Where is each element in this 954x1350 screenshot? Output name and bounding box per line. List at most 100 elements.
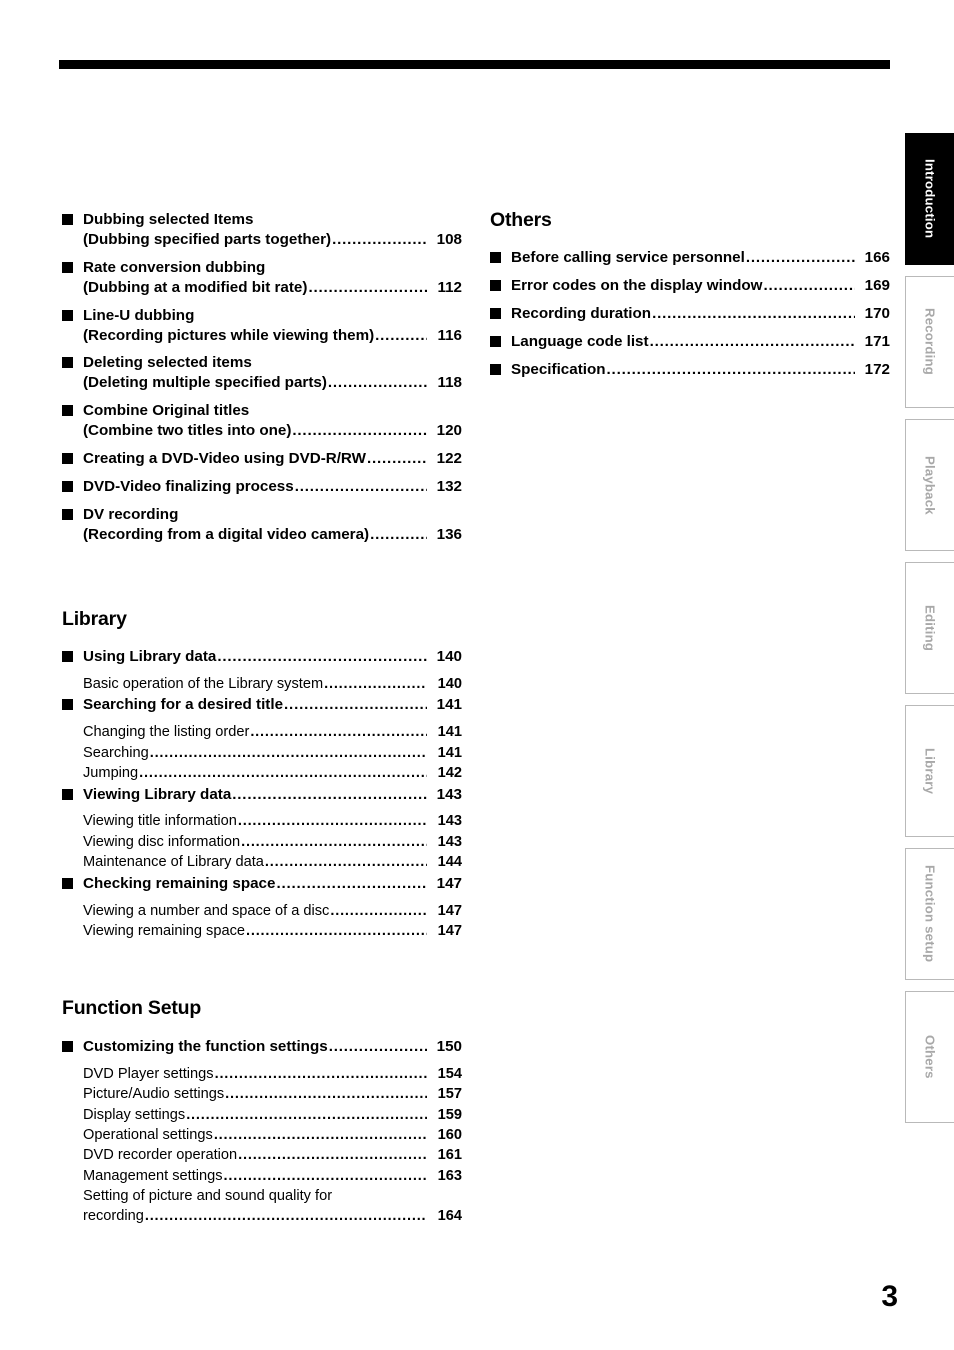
side-tab-others[interactable]: Others	[905, 991, 954, 1123]
dot-leader	[308, 278, 427, 298]
bullet-square-icon	[62, 357, 73, 369]
toc-entry-title: Rate conversion dubbing	[83, 258, 266, 276]
toc-entry-dubbing-selected-items[interactable]: Dubbing selected Items108(Dubbing specif…	[62, 210, 462, 250]
bullet-square-icon	[62, 699, 73, 711]
toc-entry-viewing-disc-information[interactable]: Viewing disc information 143	[62, 833, 462, 852]
side-tab-introduction[interactable]: Introduction	[905, 133, 954, 265]
toc-entry-line: (Recording from a digital video camera) 1…	[83, 525, 462, 545]
toc-entry-line: Viewing remaining space 147	[83, 922, 462, 941]
toc-entry-dv-recording[interactable]: DV recording136(Recording from a digital…	[62, 505, 462, 545]
toc-entry-management-settings[interactable]: Management settings 163	[62, 1167, 462, 1186]
toc-entry-error-codes-on-the-display-window[interactable]: Error codes on the display window 169	[490, 276, 890, 296]
toc-entry-specification[interactable]: Specification 172	[490, 360, 890, 380]
toc-entry-deleting-selected-items[interactable]: Deleting selected items118(Deleting mult…	[62, 353, 462, 393]
toc-entry-picture-audio-settings[interactable]: Picture/Audio settings 157	[62, 1085, 462, 1104]
dot-leader	[238, 1146, 427, 1165]
dot-leader	[225, 1085, 427, 1104]
toc-entry-line-u-dubbing[interactable]: Line-U dubbing116(Recording pictures whi…	[62, 306, 462, 346]
side-tab-label: Recording	[922, 308, 938, 376]
toc-entry-before-calling-service-personnel[interactable]: Before calling service personnel 166	[490, 248, 890, 268]
dot-leader	[332, 230, 427, 250]
toc-entry-rate-conversion-dubbing[interactable]: Rate conversion dubbing112(Dubbing at a …	[62, 258, 462, 298]
toc-entry-combine-original-titles[interactable]: Combine Original titles120(Combine two t…	[62, 401, 462, 441]
toc-entry-title: Display settings	[83, 1106, 186, 1123]
toc-entry-operational-settings[interactable]: Operational settings 160	[62, 1126, 462, 1145]
side-tab-recording[interactable]: Recording	[905, 276, 954, 408]
toc-page-number: 143	[436, 785, 462, 803]
toc-entry-basic-operation-of-the-library-system[interactable]: Basic operation of the Library system 140	[62, 675, 462, 694]
toc-entry-jumping[interactable]: Jumping 142	[62, 764, 462, 783]
toc-entry-changing-the-listing-order[interactable]: Changing the listing order 141	[62, 723, 462, 742]
bullet-square-icon	[62, 651, 73, 663]
toc-entry-line: Changing the listing order 141	[83, 723, 462, 742]
toc-entry-title: Operational settings	[83, 1126, 213, 1143]
toc-entry-maintenance-of-library-data[interactable]: Maintenance of Library data 144	[62, 853, 462, 872]
toc-entry-line: Viewing a number and space of a disc 147	[83, 902, 462, 921]
dot-leader	[145, 1207, 427, 1226]
toc-entry-title: Dubbing selected Items	[83, 211, 254, 228]
toc-entry-line: DVD-Video finalizing process 132	[83, 477, 462, 497]
header-rule	[59, 60, 890, 69]
toc-entry-title: Jumping	[83, 765, 139, 782]
toc-entry-title: Creating a DVD-Video using DVD-R/RW	[83, 450, 366, 468]
toc-page-number: 144	[437, 854, 462, 871]
dot-leader	[241, 833, 427, 852]
toc-entry-title: Searching for a desired title	[83, 696, 284, 714]
side-tab-library[interactable]: Library	[905, 705, 954, 837]
toc-entry-title: Language code list	[511, 333, 649, 351]
toc-page-number: 112	[437, 278, 462, 296]
toc-entry-using-library-data[interactable]: Using Library data 140	[62, 647, 462, 667]
dot-leader	[150, 744, 427, 763]
toc-page-number: 140	[436, 648, 462, 666]
toc-entry-line: Checking remaining space 147	[83, 874, 462, 894]
toc-entry-viewing-title-information[interactable]: Viewing title information 143	[62, 812, 462, 831]
toc-entry-line: (Deleting multiple specified parts) 118	[83, 373, 462, 393]
side-tab-function-setup[interactable]: Function setup	[905, 848, 954, 980]
toc-entry-line: Customizing the function settings 150	[83, 1037, 462, 1057]
toc-page-number: 136	[436, 525, 462, 543]
toc-page-number: 169	[864, 277, 890, 295]
toc-entry-line: Setting of picture and sound quality for…	[83, 1187, 462, 1206]
bullet-square-icon	[62, 261, 73, 273]
toc-entry-creating-a-dvd-video-using-dvd-r-rw[interactable]: Creating a DVD-Video using DVD-R/RW 122	[62, 449, 462, 469]
toc-entry-title: DVD recorder operation	[83, 1147, 238, 1164]
toc-entry-dvd-video-finalizing-process[interactable]: DVD-Video finalizing process 132	[62, 477, 462, 497]
toc-entry-searching-for-a-desired-title[interactable]: Searching for a desired title 141	[62, 695, 462, 715]
toc-entry-searching[interactable]: Searching 141	[62, 744, 462, 763]
toc-entry-customizing-the-function-settings[interactable]: Customizing the function settings 150	[62, 1037, 462, 1057]
toc-entry-title: Viewing a number and space of a disc	[83, 902, 330, 919]
dot-leader	[370, 525, 427, 545]
bullet-square-icon	[62, 214, 73, 225]
toc-entry-title: Deleting selected items	[83, 354, 252, 372]
bullet-square-icon	[62, 788, 73, 800]
dot-leader	[324, 675, 427, 694]
toc-entry-setting-of-picture-and-sound-quality-for[interactable]: Setting of picture and sound quality for…	[62, 1187, 462, 1226]
toc-entry-viewing-remaining-space[interactable]: Viewing remaining space 147	[62, 922, 462, 941]
toc-entry-display-settings[interactable]: Display settings 159	[62, 1106, 462, 1125]
dot-leader	[295, 477, 427, 497]
bullet-square-icon	[62, 453, 73, 465]
side-tab-label: Playback	[922, 455, 938, 515]
toc-page-number: 166	[864, 249, 890, 267]
dot-leader	[217, 647, 427, 667]
toc-entry-title: Setting of picture and sound quality for	[83, 1188, 333, 1205]
toc-page-number: 161	[437, 1147, 462, 1164]
dot-leader	[139, 764, 427, 783]
dot-leader	[328, 373, 427, 393]
toc-entry-viewing-library-data[interactable]: Viewing Library data 143	[62, 785, 462, 805]
side-tab-editing[interactable]: Editing	[905, 562, 954, 694]
toc-entry-recording-duration[interactable]: Recording duration 170	[490, 304, 890, 324]
toc-page-number: 154	[437, 1065, 462, 1082]
toc-page-number: 143	[437, 813, 462, 830]
toc-entry-title: Error codes on the display window	[511, 277, 763, 295]
toc-entry-checking-remaining-space[interactable]: Checking remaining space 147	[62, 874, 462, 894]
toc-entry-language-code-list[interactable]: Language code list 171	[490, 332, 890, 352]
toc-entry-viewing-a-number-and-space-of-a-disc[interactable]: Viewing a number and space of a disc 147	[62, 902, 462, 921]
toc-page-number: 150	[436, 1037, 462, 1055]
toc-entry-dvd-recorder-operation[interactable]: DVD recorder operation 161	[62, 1146, 462, 1165]
toc-page-number: 120	[436, 422, 462, 440]
side-tab-playback[interactable]: Playback	[905, 419, 954, 551]
toc-entry-title: Viewing Library data	[83, 785, 232, 803]
toc-entry-dvd-player-settings[interactable]: DVD Player settings 154	[62, 1065, 462, 1084]
